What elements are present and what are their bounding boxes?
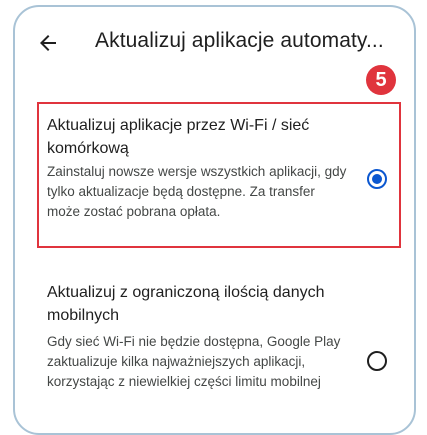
radio-button-unselected[interactable] xyxy=(367,351,387,371)
page-title: Aktualizuj aplikacje automaty... xyxy=(95,29,384,52)
app-bar: Aktualizuj aplikacje automaty... xyxy=(15,7,414,81)
screenshot-canvas: Aktualizuj aplikacje automaty... 5 Aktua… xyxy=(0,0,427,435)
option-description: Gdy sieć Wi-Fi nie będzie dostępna, Goog… xyxy=(47,334,341,389)
back-arrow-icon[interactable] xyxy=(36,31,60,55)
option-description: Zainstaluj nowsze wersje wszystkich apli… xyxy=(47,164,347,219)
option-wifi-mobile[interactable]: Aktualizuj aplikacje przez Wi-Fi / sieć … xyxy=(39,104,399,252)
option-title: Aktualizuj aplikacje przez Wi-Fi / sieć … xyxy=(47,117,310,157)
step-badge: 5 xyxy=(366,65,396,95)
phone-frame: Aktualizuj aplikacje automaty... 5 Aktua… xyxy=(13,5,416,435)
radio-button-selected[interactable] xyxy=(367,169,387,189)
option-title: Aktualizuj z ograniczoną ilością danych … xyxy=(47,284,325,324)
option-limited-mobile[interactable]: Aktualizuj z ograniczoną ilością danych … xyxy=(39,275,399,425)
